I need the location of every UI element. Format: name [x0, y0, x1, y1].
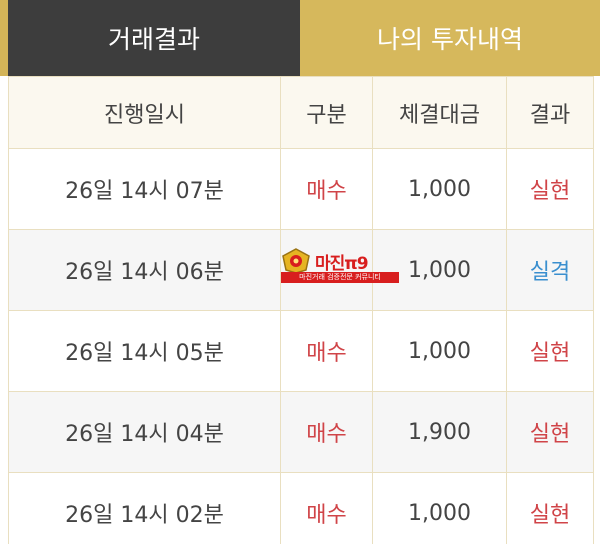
history-table-container: 진행일시 구분 체결대금 결과 26일 14시 07분 매수 1,000 실현 …	[0, 76, 600, 544]
cell-result: 실현	[506, 472, 594, 544]
watermark-title: 마진π9	[315, 254, 369, 274]
cell-datetime: 26일 14시 06분	[8, 229, 281, 311]
watermark-subtitle: 마진거래 검증전문 커뮤니티	[281, 272, 399, 283]
cell-datetime: 26일 14시 07분	[8, 148, 281, 230]
header-type: 구분	[280, 76, 373, 149]
table-row: 26일 14시 05분 매수 1,000 실현	[8, 310, 594, 392]
table-row: 26일 14시 04분 매수 1,900 실현	[8, 391, 594, 473]
table-row: 26일 14시 06분 마진π9 마진거래 검증전문 커뮤니티 1,000 실격	[8, 229, 594, 311]
cell-amount: 1,000	[372, 148, 507, 230]
cell-result: 실현	[506, 391, 594, 473]
cell-datetime: 26일 14시 05분	[8, 310, 281, 392]
badge-icon	[282, 248, 310, 274]
cell-type: 매수	[280, 310, 373, 392]
cell-type: 매수	[280, 148, 373, 230]
watermark-logo: 마진π9 마진거래 검증전문 커뮤니티	[281, 248, 399, 286]
cell-amount: 1,900	[372, 391, 507, 473]
cell-amount: 1,000	[372, 472, 507, 544]
cell-datetime: 26일 14시 02분	[8, 472, 281, 544]
cell-type: 매수	[280, 391, 373, 473]
cell-result: 실현	[506, 148, 594, 230]
history-table: 진행일시 구분 체결대금 결과 26일 14시 07분 매수 1,000 실현 …	[8, 76, 594, 544]
cell-type-watermark: 마진π9 마진거래 검증전문 커뮤니티	[280, 229, 399, 311]
header-result: 결과	[506, 76, 594, 149]
cell-type: 매수	[280, 472, 373, 544]
table-row: 26일 14시 02분 매수 1,000 실현	[8, 472, 594, 544]
cell-result: 실격	[506, 229, 594, 311]
table-header-row: 진행일시 구분 체결대금 결과	[8, 76, 594, 149]
header-amount: 체결대금	[372, 76, 507, 149]
header-datetime: 진행일시	[8, 76, 281, 149]
tab-my-history[interactable]: 나의 투자내역	[300, 0, 600, 76]
tab-bar: 거래결과 나의 투자내역	[0, 0, 600, 76]
cell-amount: 1,000	[372, 310, 507, 392]
cell-datetime: 26일 14시 04분	[8, 391, 281, 473]
tab-trade-results[interactable]: 거래결과	[0, 0, 300, 76]
table-row: 26일 14시 07분 매수 1,000 실현	[8, 148, 594, 230]
cell-result: 실현	[506, 310, 594, 392]
